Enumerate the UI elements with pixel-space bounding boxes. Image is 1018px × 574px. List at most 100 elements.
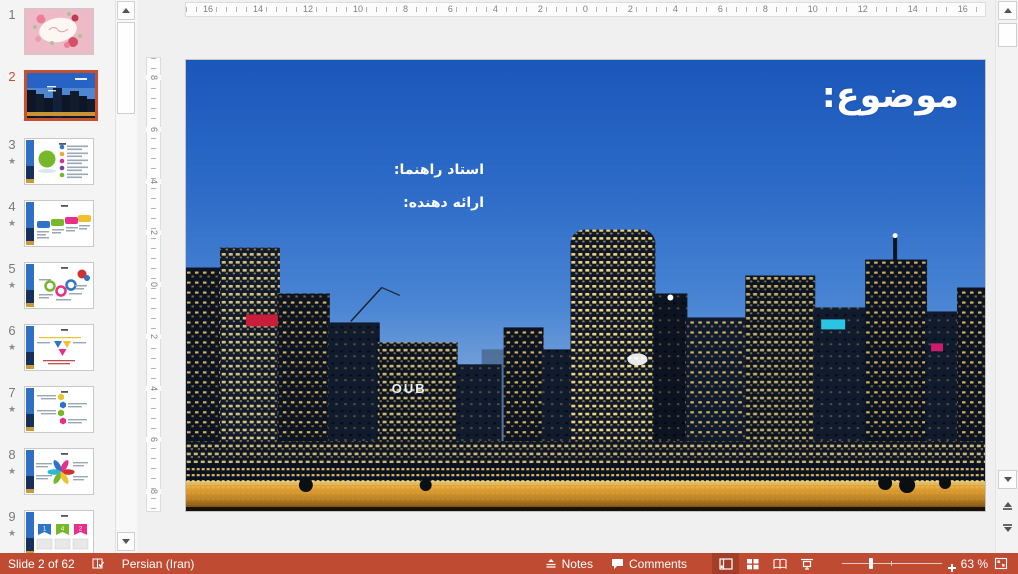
up-arrow-icon — [122, 8, 130, 13]
ruler-number: 16 — [200, 3, 217, 16]
comments-icon — [611, 558, 624, 570]
slide-thumbnail-4[interactable]: 4 ★ — [0, 200, 94, 247]
ruler-number: 6 — [145, 437, 161, 443]
slide-7-preview[interactable] — [24, 386, 94, 433]
fit-to-window-button[interactable] — [994, 557, 1008, 570]
animation-star-icon: ★ — [7, 156, 17, 166]
animation-star-icon: ★ — [7, 528, 17, 538]
down-arrow-icon — [122, 539, 130, 544]
zoom-slider-track — [842, 563, 942, 564]
slide-thumbnail-7[interactable]: 7 ★ — [0, 386, 94, 433]
thumbnail-scroll-up-button[interactable] — [117, 1, 135, 20]
ruler-number: 6 — [145, 126, 161, 132]
ruler-number: 8 — [145, 74, 161, 81]
scroll-down-button[interactable] — [998, 470, 1017, 489]
ruler-number: 8 — [759, 3, 771, 16]
slide-show-button[interactable] — [793, 553, 820, 574]
green-circle-diagram-art — [25, 139, 93, 184]
ruler-number: 4 — [669, 3, 681, 16]
city-skyline-slide-art — [27, 73, 95, 118]
ruler-number: 6 — [444, 3, 456, 16]
slide-title-textbox[interactable]: موضوع: — [822, 76, 959, 116]
slide-4-preview[interactable] — [24, 200, 94, 247]
language-indicator[interactable]: Persian (Iran) — [122, 557, 195, 571]
animation-star-icon: ★ — [7, 466, 17, 476]
slide-thumbnail-1[interactable]: 1 — [0, 8, 94, 55]
slide-thumbnail-9[interactable]: 9 ★ 1 4 2 — [0, 510, 94, 553]
down-arrow-icon — [1003, 477, 1012, 482]
slide-5-preview[interactable] — [24, 262, 94, 309]
slide-thumbnail-list: 1 2 3 ★ 4 ★ 5 ★ 6 ★ 7 ★ 8 ★ 9 ★ 1 4 2 — [0, 0, 114, 553]
slide-number: 8 — [8, 447, 16, 462]
normal-view-icon — [718, 557, 733, 570]
slide-indicator: Slide 2 of 62 — [8, 556, 75, 571]
comments-toggle-button[interactable]: Comments — [602, 553, 696, 574]
ribbon-row-diagram-art — [25, 201, 93, 246]
slide-thumbnail-8[interactable]: 8 ★ — [0, 448, 94, 495]
slide-number: 6 — [8, 323, 16, 338]
previous-slide-button[interactable] — [998, 497, 1017, 515]
powerpoint-editing-window: 1 2 3 ★ 4 ★ 5 ★ 6 ★ 7 ★ 8 ★ 9 ★ 1 4 2 16… — [0, 0, 1018, 574]
notes-label: Notes — [561, 556, 593, 571]
slide-canvas[interactable]: OUB موضوع: استاد راهنما: ارائه دهنده: — [185, 59, 986, 512]
ruler-number: 0 — [579, 3, 591, 16]
animation-star-icon: ★ — [7, 280, 17, 290]
vertical-ruler: 8 6 4 2 0 2 4 6 8 — [145, 57, 161, 512]
comments-label: Comments — [628, 556, 687, 571]
slide-2-preview[interactable] — [24, 70, 98, 121]
slide-number: 3 — [8, 137, 16, 152]
slide-number: 7 — [8, 385, 16, 400]
slide-9-preview[interactable]: 1 4 2 — [24, 510, 94, 553]
slide-thumbnail-2-selected[interactable]: 2 — [0, 70, 98, 121]
pinwheel-flower-diagram-art — [25, 449, 93, 494]
slide-1-preview[interactable] — [24, 8, 94, 55]
slide-8-preview[interactable] — [24, 448, 94, 495]
ruler-number: 8 — [145, 488, 161, 495]
ruler-number: 0 — [145, 281, 161, 288]
slide-thumbnail-6[interactable]: 6 ★ — [0, 324, 94, 371]
supervisor-label: استاد راهنما: — [393, 162, 484, 178]
double-down-arrow-icon — [1003, 524, 1012, 532]
zoom-level-indicator[interactable]: 63 % — [954, 557, 988, 571]
thumbnail-scroll-down-button[interactable] — [117, 532, 135, 551]
next-slide-button[interactable] — [998, 519, 1017, 537]
animation-star-icon: ★ — [7, 342, 17, 352]
slide-number: 9 — [8, 509, 16, 524]
normal-view-button[interactable] — [712, 553, 739, 574]
reading-view-button[interactable] — [766, 553, 793, 574]
notes-icon — [545, 558, 557, 569]
ruler-number: 12 — [854, 3, 871, 16]
slide-thumbnail-3[interactable]: 3 ★ — [0, 138, 94, 185]
ruler-number: 2 — [624, 3, 636, 16]
animation-star-icon: ★ — [7, 404, 17, 414]
zoom-slider[interactable] — [842, 558, 942, 569]
slide-3-preview[interactable] — [24, 138, 94, 185]
presenter-label: ارائه دهنده: — [403, 195, 484, 211]
ruler-number: 16 — [954, 3, 971, 16]
slide-6-preview[interactable] — [24, 324, 94, 371]
slide-sorter-icon — [746, 558, 759, 570]
ruler-number: 14 — [904, 3, 921, 16]
main-vertical-scrollbar[interactable] — [995, 0, 1018, 553]
floral-title-slide-art — [25, 9, 93, 54]
numbered-tags-diagram-art: 1 4 2 — [25, 511, 93, 553]
zoom-slider-notch — [891, 561, 892, 566]
slide-sorter-view-button[interactable] — [739, 553, 766, 574]
slide-number: 5 — [8, 261, 16, 276]
spellcheck-icon[interactable] — [91, 557, 106, 570]
slide-subtitle-textbox[interactable]: استاد راهنما: ارائه دهنده: — [384, 162, 484, 211]
notes-toggle-button[interactable]: Notes — [536, 553, 602, 574]
status-bar: Slide 2 of 62 Persian (Iran) Notes Comme… — [0, 553, 1018, 574]
scroll-up-button[interactable] — [998, 1, 1017, 20]
ruler-number: 4 — [489, 3, 501, 16]
scrollbar-thumb[interactable] — [998, 23, 1017, 47]
thumbnail-panel-scrollbar[interactable] — [115, 0, 136, 553]
slide-editing-area: 16 14 12 10 8 6 4 2 0 2 4 6 8 10 12 14 16 8 6 4 2 0 2 4 6 8 — [138, 0, 995, 553]
ruler-number: 12 — [299, 3, 316, 16]
slide-thumbnail-5[interactable]: 5 ★ — [0, 262, 94, 309]
slide-thumbnail-panel: 1 2 3 ★ 4 ★ 5 ★ 6 ★ 7 ★ 8 ★ 9 ★ 1 4 2 — [0, 0, 138, 553]
ruler-number: 4 — [145, 385, 161, 391]
thumbnail-scrollbar-thumb[interactable] — [117, 22, 135, 114]
zoom-slider-thumb[interactable] — [869, 558, 873, 569]
ruler-number: 10 — [804, 3, 821, 16]
